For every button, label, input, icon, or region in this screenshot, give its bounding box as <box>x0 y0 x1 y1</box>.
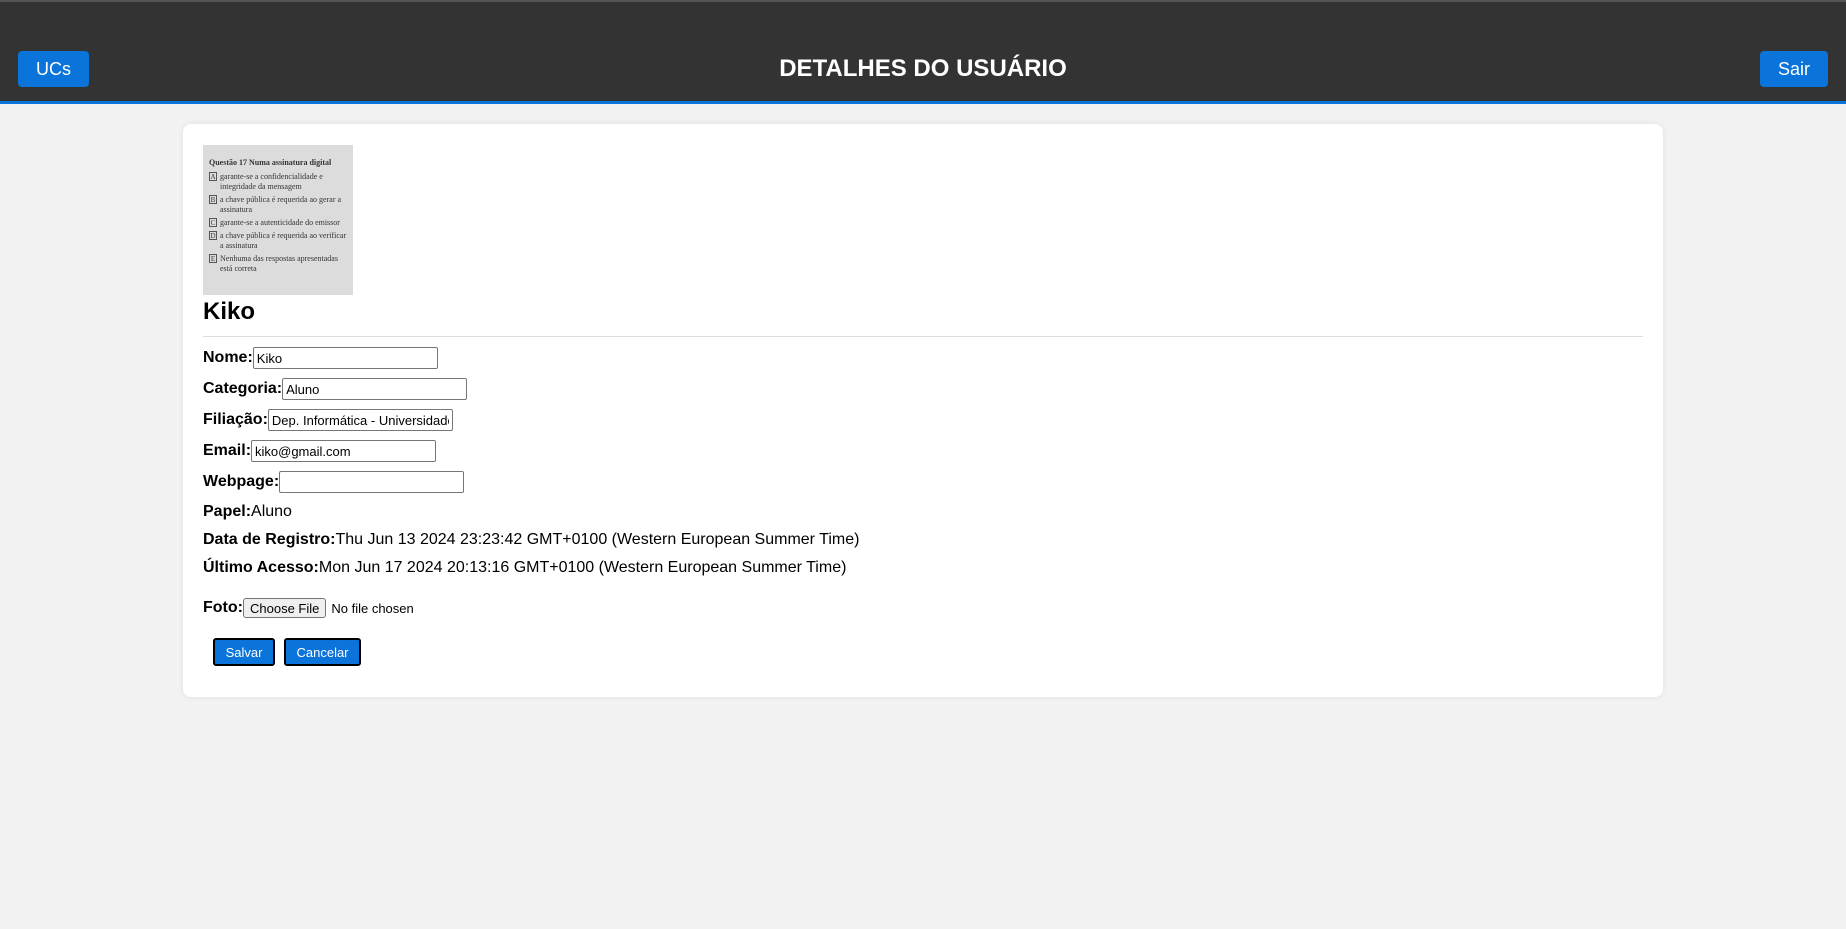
user-details-card: Questão 17 Numa assinatura digital Agara… <box>183 124 1663 697</box>
divider <box>203 336 1643 337</box>
foto-row: Foto: Choose File No file chosen <box>203 596 414 620</box>
registro-row: Data de Registro: Thu Jun 13 2024 23:23:… <box>203 528 859 552</box>
email-field[interactable] <box>251 440 437 462</box>
logout-button[interactable]: Sair <box>1760 51 1828 87</box>
categoria-label: Categoria: <box>203 380 283 397</box>
photo-option: Agarante-se a confidencialidade e integr… <box>209 172 323 191</box>
user-photo: Questão 17 Numa assinatura digital Agara… <box>203 145 353 295</box>
registro-label: Data de Registro: <box>203 531 336 548</box>
acesso-label: Último Acesso: <box>203 559 319 576</box>
acesso-value: Mon Jun 17 2024 20:13:16 GMT+0100 (Weste… <box>318 559 847 576</box>
categoria-input[interactable] <box>282 378 468 400</box>
save-button[interactable]: Salvar <box>213 638 275 666</box>
photo-question: Questão 17 Numa assinatura digital <box>209 158 332 167</box>
user-name-heading: Kiko <box>203 298 256 325</box>
photo-option: Cgarante-se a autenticidade do emissor <box>209 218 340 227</box>
top-header: UCs DETALHES DO USUÁRIO Sair <box>0 0 1846 104</box>
page-title: DETALHES DO USUÁRIO <box>779 55 1067 82</box>
webpage-input[interactable] <box>279 471 465 493</box>
photo-option: Da chave pública é requerida ao verifica… <box>209 231 347 250</box>
choose-file-button[interactable]: Choose File <box>242 598 327 618</box>
nome-label: Nome: <box>203 349 253 366</box>
file-status: No file chosen <box>331 600 414 616</box>
filiacao-input[interactable] <box>267 409 453 431</box>
filiacao-label: Filiação: <box>203 411 268 428</box>
nome-input[interactable] <box>252 347 438 369</box>
nome-row: Nome: <box>203 346 438 370</box>
cancel-button[interactable]: Cancelar <box>284 638 361 666</box>
webpage-label: Webpage: <box>203 473 280 490</box>
email-row: Email: <box>203 439 437 463</box>
filiacao-row: Filiação: <box>203 408 453 432</box>
papel-value: Aluno <box>251 503 292 520</box>
categoria-row: Categoria: <box>203 377 468 401</box>
photo-option: E Nenhuma das respostas apresentadas está… <box>209 254 338 273</box>
papel-row: Papel: Aluno <box>203 500 292 524</box>
webpage-row: Webpage: <box>203 470 465 494</box>
acesso-row: Último Acesso: Mon Jun 17 2024 20:13:16 … <box>203 556 846 580</box>
registro-value: Thu Jun 13 2024 23:23:42 GMT+0100 (Weste… <box>335 531 860 548</box>
photo-option: Ba chave pública é requerida ao gerar a … <box>209 195 342 214</box>
papel-label: Papel: <box>203 503 252 520</box>
email-label: Email: <box>203 442 252 459</box>
foto-label: Foto: <box>203 599 243 616</box>
